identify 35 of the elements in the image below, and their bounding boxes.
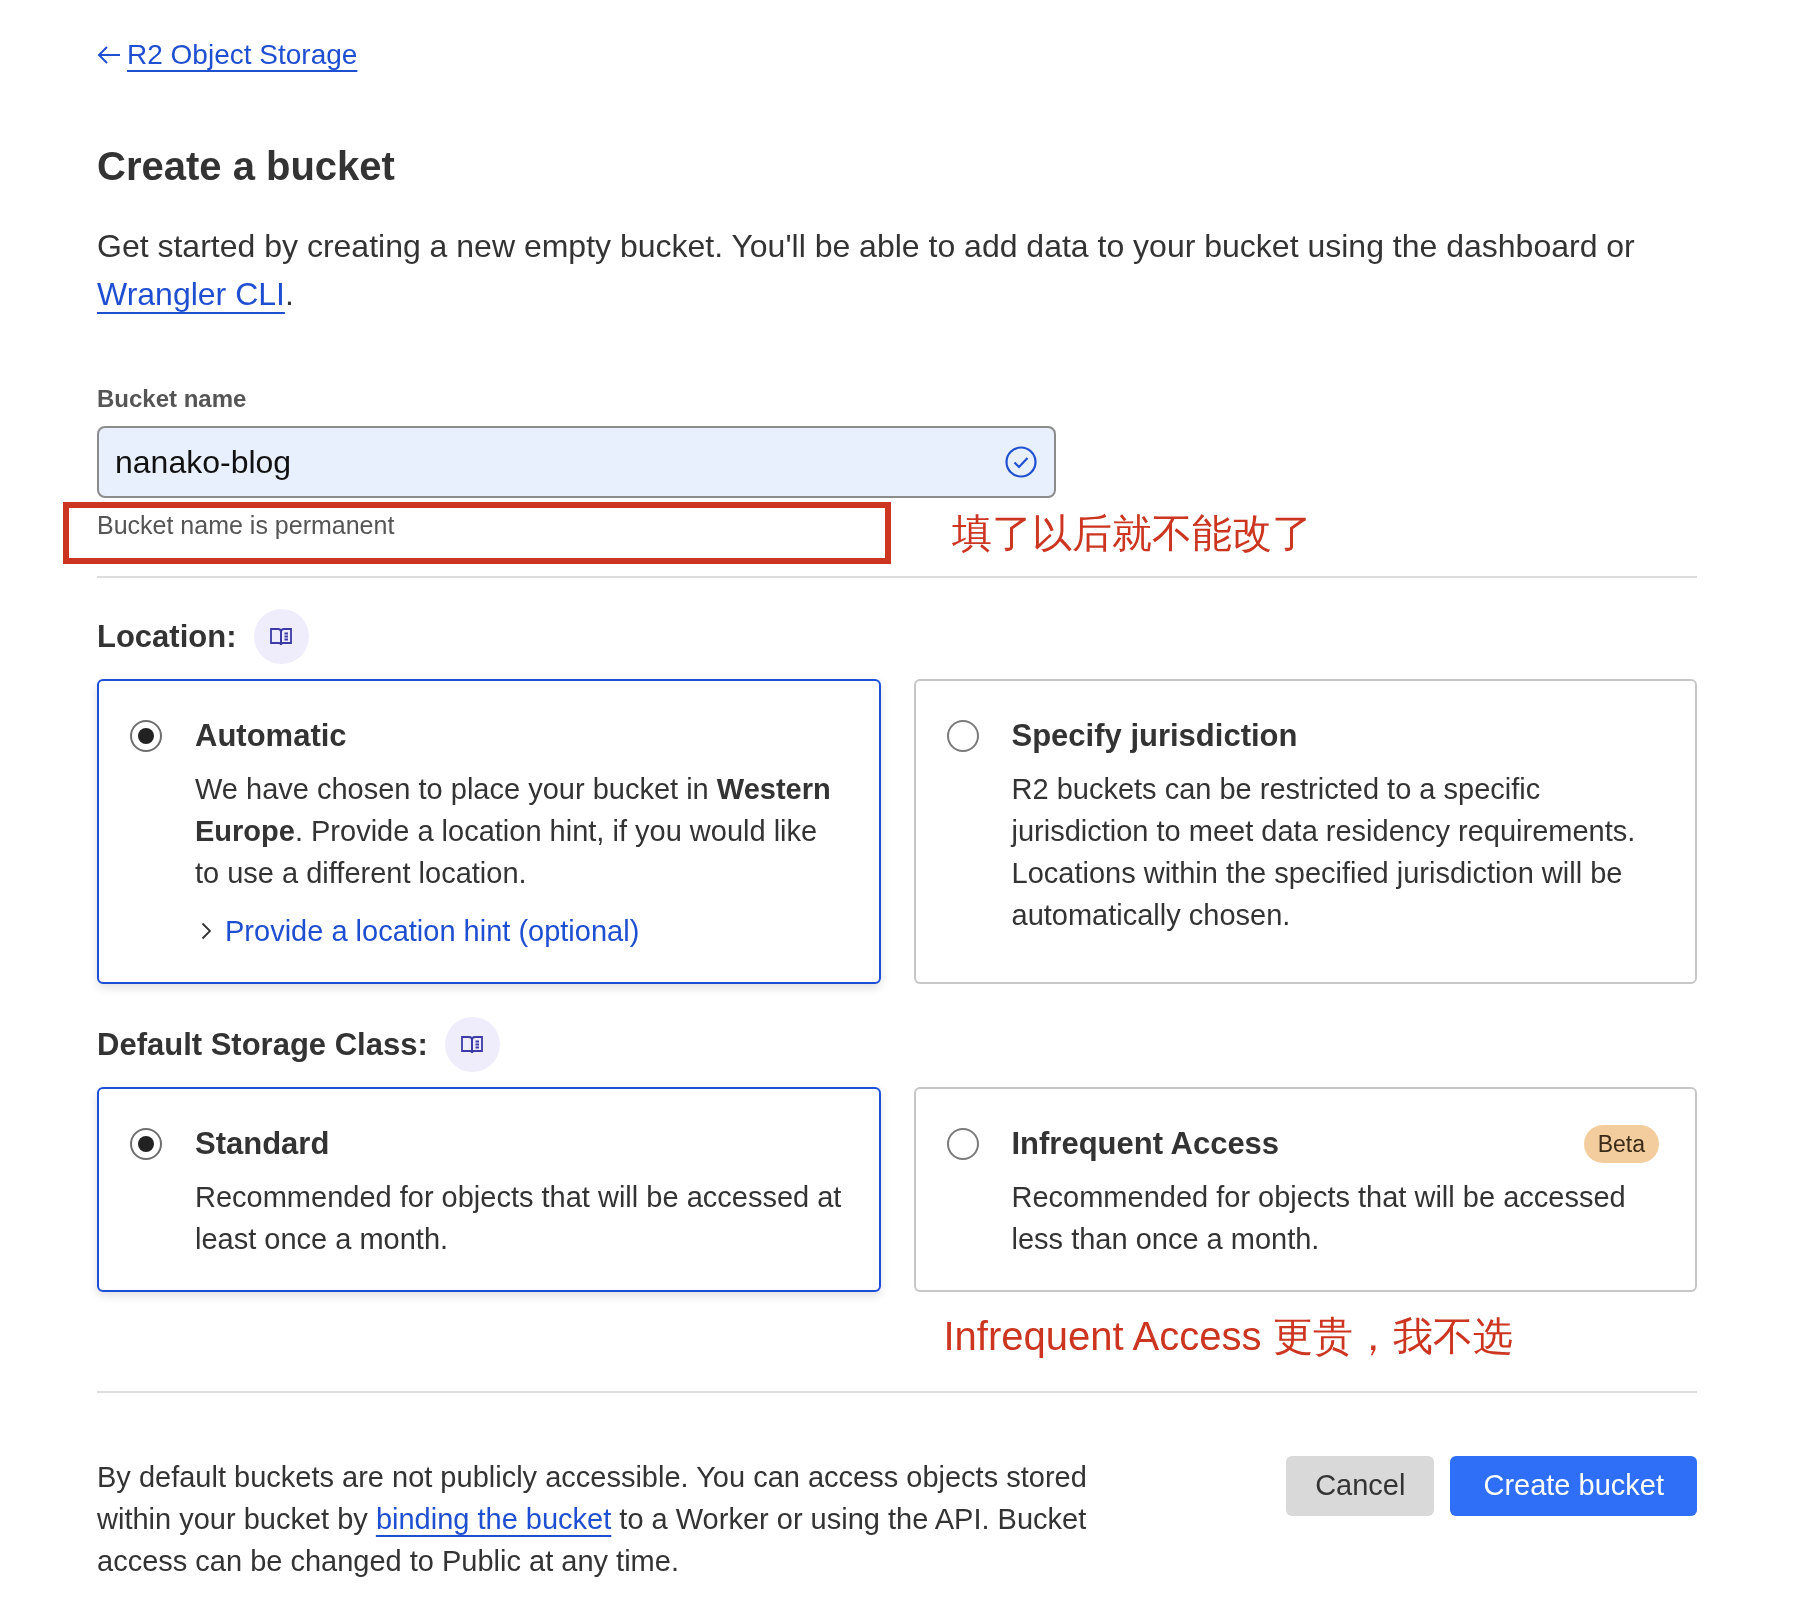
option-card[interactable]: Automatic We have chosen to place your bucket in Western Europe. Provide a location hint, if you would like to use a different location. Provide a location hint (optional) [97,679,881,984]
access-notice: By default buckets are not publicly accessible. You can access objects stored within your bucket by binding the bucket to a Worker or using the API. Bucket access can be changed to Public at any time. [97,1460,1088,1579]
option-title: Standard [195,1125,330,1163]
create-button[interactable]: Create bucket [1450,1456,1697,1516]
chevron-right-icon [201,922,212,940]
page-title: Create a bucket [97,143,396,190]
wrangler-cli-link[interactable]: Wrangler CLI [97,276,285,312]
annotation-note: 填了以后就不能改了 [952,510,1312,557]
section-label: Default Storage Class: [97,1025,428,1064]
bucket-name-input[interactable]: nanako-blog [97,426,1056,498]
location-hint-toggle[interactable]: Provide a location hint (optional) [201,910,640,952]
option-title: Specify jurisdiction [1011,717,1298,755]
option-description: Recommended for objects that will be accessed less than once a month. [1011,1180,1627,1257]
radio-button[interactable] [130,720,162,752]
option-description: R2 buckets can be restricted to a specific jurisdiction to meet data residency requirements. Locations within the specified jurisdiction will be automatically chosen. [1011,772,1637,933]
back-link[interactable]: R2 Object Storage [97,37,358,73]
option-description: Recommended for objects that will be accessed at least once a month. [195,1180,843,1257]
option-title: Infrequent Access [1011,1125,1280,1163]
arrow-left-icon [97,45,121,65]
intro-text: Get started by creating a new empty bucket. You'll be able to add data to your bucket using the dashboard or Wrangler CLI. [97,227,1636,314]
radio-button[interactable] [130,1128,162,1160]
option-card[interactable]: Standard Recommended for objects that will be accessed at least once a month. [97,1087,881,1292]
option-card[interactable]: Infrequent Access Beta Recommended for objects that will be accessed less than once a month. [913,1087,1697,1292]
option-description: We have chosen to place your bucket in Western Europe. Provide a location hint, if you would like to use a different location. [195,772,832,891]
binding-the-bucket-link[interactable]: binding the bucket [375,1503,612,1535]
helper-text: Bucket name is permanent [97,511,395,539]
status-badge: Beta [1583,1125,1659,1163]
option-card[interactable]: Specify jurisdiction R2 buckets can be restricted to a specific jurisdiction to meet data residency requirements. Locations within the specified jurisdiction will be automatically chosen. [913,679,1697,984]
annotation-note: Infrequent Access 更贵，我不选 [943,1314,1513,1358]
cancel-button[interactable]: Cancel [1286,1456,1435,1516]
section-label: Location: [97,617,237,656]
radio-button[interactable] [946,1128,979,1160]
field-label: Bucket name [97,384,247,414]
option-title: Automatic [195,717,347,755]
radio-button[interactable] [946,720,979,752]
